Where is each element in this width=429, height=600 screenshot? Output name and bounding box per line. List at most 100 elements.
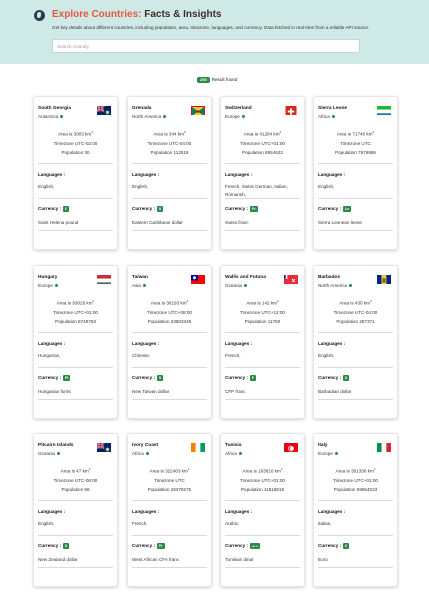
country-languages: English, xyxy=(318,184,335,189)
page-subtitle: Get key details about different countrie… xyxy=(52,25,370,30)
divider xyxy=(38,332,113,333)
country-region: Europe xyxy=(318,451,338,456)
currency-label: Currency : Fr. xyxy=(225,206,259,212)
country-population: Population 11818618 xyxy=(240,486,285,492)
country-population: Population 56 xyxy=(61,486,90,492)
languages-label: Languages : xyxy=(38,172,66,177)
country-card[interactable]: Italy Europe Area is 301336 km2 Timezone UT… xyxy=(313,433,398,587)
country-stats: Area is 430 km2 Timezone UTC-04:00 Populat… xyxy=(314,297,397,326)
country-stats: Area is 142 km2 Timezone UTC+12:00 Populat… xyxy=(221,297,304,326)
country-stats: Area is 93028 km2 Timezone UTC+01:00 Popul… xyxy=(34,297,117,326)
flag-icon xyxy=(284,273,298,284)
country-stats: Area is 3903 km2 Timezone UTC-02:00 Popula… xyxy=(34,128,117,157)
country-card[interactable]: Pitcairn Islands Oceania Area is 47 km2 Tim… xyxy=(33,433,118,587)
country-region: Europe xyxy=(225,114,245,119)
flag-icon xyxy=(377,441,391,452)
country-stats: Area is 71740 km2 Timezone UTC Population … xyxy=(314,128,397,157)
currency-symbol-badge: Ft xyxy=(62,375,71,381)
country-timezone: Timezone UTC xyxy=(340,140,371,146)
country-card[interactable]: Wallis and Futuna Oceania Area is 142 km2 T… xyxy=(220,265,305,419)
country-languages: Hungarian, xyxy=(38,353,61,358)
flag-icon xyxy=(377,273,391,284)
divider xyxy=(225,230,300,231)
country-name: Italy xyxy=(318,443,328,448)
currency-label: Currency : Fr xyxy=(132,543,165,549)
country-name: Hungary xyxy=(38,275,58,280)
divider xyxy=(225,198,300,199)
country-card[interactable]: Switzerland Europe Area is 41284 km2 Timezo… xyxy=(220,96,305,250)
divider xyxy=(132,500,207,501)
country-name: Pitcairn Islands xyxy=(38,443,74,448)
divider xyxy=(225,567,300,568)
country-card[interactable]: Tunisia Africa Area is 163610 km2 Timezone … xyxy=(220,433,305,587)
currency-label: Currency : $ xyxy=(132,206,163,212)
currency-label: Currency : $ xyxy=(318,375,349,381)
divider xyxy=(132,163,207,164)
country-languages: French, xyxy=(225,353,241,358)
country-currency: West African CFA franc xyxy=(132,557,180,562)
country-area: Area is 163610 km2 xyxy=(242,467,283,474)
divider xyxy=(318,163,393,164)
country-languages: Chinese, xyxy=(132,353,151,358)
country-population: Population 8654622 xyxy=(242,149,283,155)
country-card[interactable]: South Georgia Antarctica Area is 3903 km2 T… xyxy=(33,96,118,250)
location-pin-icon xyxy=(145,452,149,455)
languages-label: Languages : xyxy=(38,509,66,514)
location-pin-icon xyxy=(334,452,338,455)
country-name: Ivory Coast xyxy=(132,443,159,448)
country-area: Area is 3903 km2 xyxy=(58,130,93,137)
country-stats: Area is 322463 km2 Timezone UTC Population… xyxy=(128,465,211,494)
divider xyxy=(132,230,207,231)
flag-icon xyxy=(97,441,111,452)
divider xyxy=(225,367,300,368)
location-pin-icon xyxy=(57,452,61,455)
divider xyxy=(38,367,113,368)
country-region: Africa xyxy=(132,451,149,456)
currency-label: Currency : Ft xyxy=(38,375,71,381)
country-population: Population 11750 xyxy=(244,318,281,324)
divider xyxy=(38,399,113,400)
country-timezone: Timezone UTC-04:00 xyxy=(333,309,378,315)
divider xyxy=(318,230,393,231)
country-stats: Area is 344 km2 Timezone UTC-04:00 Populat… xyxy=(128,128,211,157)
country-card[interactable]: Grenada North America Area is 344 km2 Timez… xyxy=(127,96,212,250)
country-languages: French, Swiss German, Italian, Romansh, xyxy=(225,184,288,197)
currency-symbol-badge: $ xyxy=(156,206,163,212)
country-card[interactable]: Taiwan Asia Area is 36193 km2 Timezone UTC+… xyxy=(127,265,212,419)
location-pin-icon xyxy=(238,452,242,455)
country-currency: CFP franc xyxy=(225,389,246,394)
divider xyxy=(132,367,207,368)
country-card[interactable]: Barbados North America Area is 430 km2 Time… xyxy=(313,265,398,419)
country-languages: English, xyxy=(132,184,149,189)
country-population: Population 59554023 xyxy=(333,486,378,492)
country-currency: Tunisian dinar xyxy=(225,557,254,562)
country-area: Area is 301336 km2 xyxy=(335,467,376,474)
country-card[interactable]: Hungary Europe Area is 93028 km2 Timezone U… xyxy=(33,265,118,419)
country-name: Barbados xyxy=(318,275,341,280)
divider xyxy=(225,535,300,536)
location-pin-icon xyxy=(241,115,245,118)
divider xyxy=(132,535,207,536)
divider xyxy=(318,332,393,333)
country-stats: Area is 41284 km2 Timezone UTC+01:00 Popul… xyxy=(221,128,304,157)
country-timezone: Timezone UTC+01:00 xyxy=(53,309,98,315)
languages-label: Languages : xyxy=(318,509,346,514)
country-population: Population 30 xyxy=(61,149,90,155)
country-currency: Swiss franc xyxy=(225,220,249,225)
country-card[interactable]: Ivory Coast Africa Area is 322463 km2 Timez… xyxy=(127,433,212,587)
country-card[interactable]: Sierra Leone Africa Area is 71740 km2 Timez… xyxy=(313,96,398,250)
country-population: Population 112519 xyxy=(150,149,189,155)
divider xyxy=(132,567,207,568)
country-stats: Area is 163610 km2 Timezone UTC+01:00 Popu… xyxy=(221,465,304,494)
country-region: North America xyxy=(132,114,167,119)
country-region: Oceania xyxy=(38,451,61,456)
result-count: 250 Result found xyxy=(197,77,237,83)
country-area: Area is 344 km2 xyxy=(153,130,186,137)
location-pin-icon xyxy=(331,115,335,118)
languages-label: Languages : xyxy=(225,509,253,514)
flag-icon xyxy=(191,104,205,115)
languages-label: Languages : xyxy=(132,509,160,514)
divider xyxy=(132,399,207,400)
search-input[interactable] xyxy=(52,39,360,53)
country-region: Oceania xyxy=(225,283,248,288)
